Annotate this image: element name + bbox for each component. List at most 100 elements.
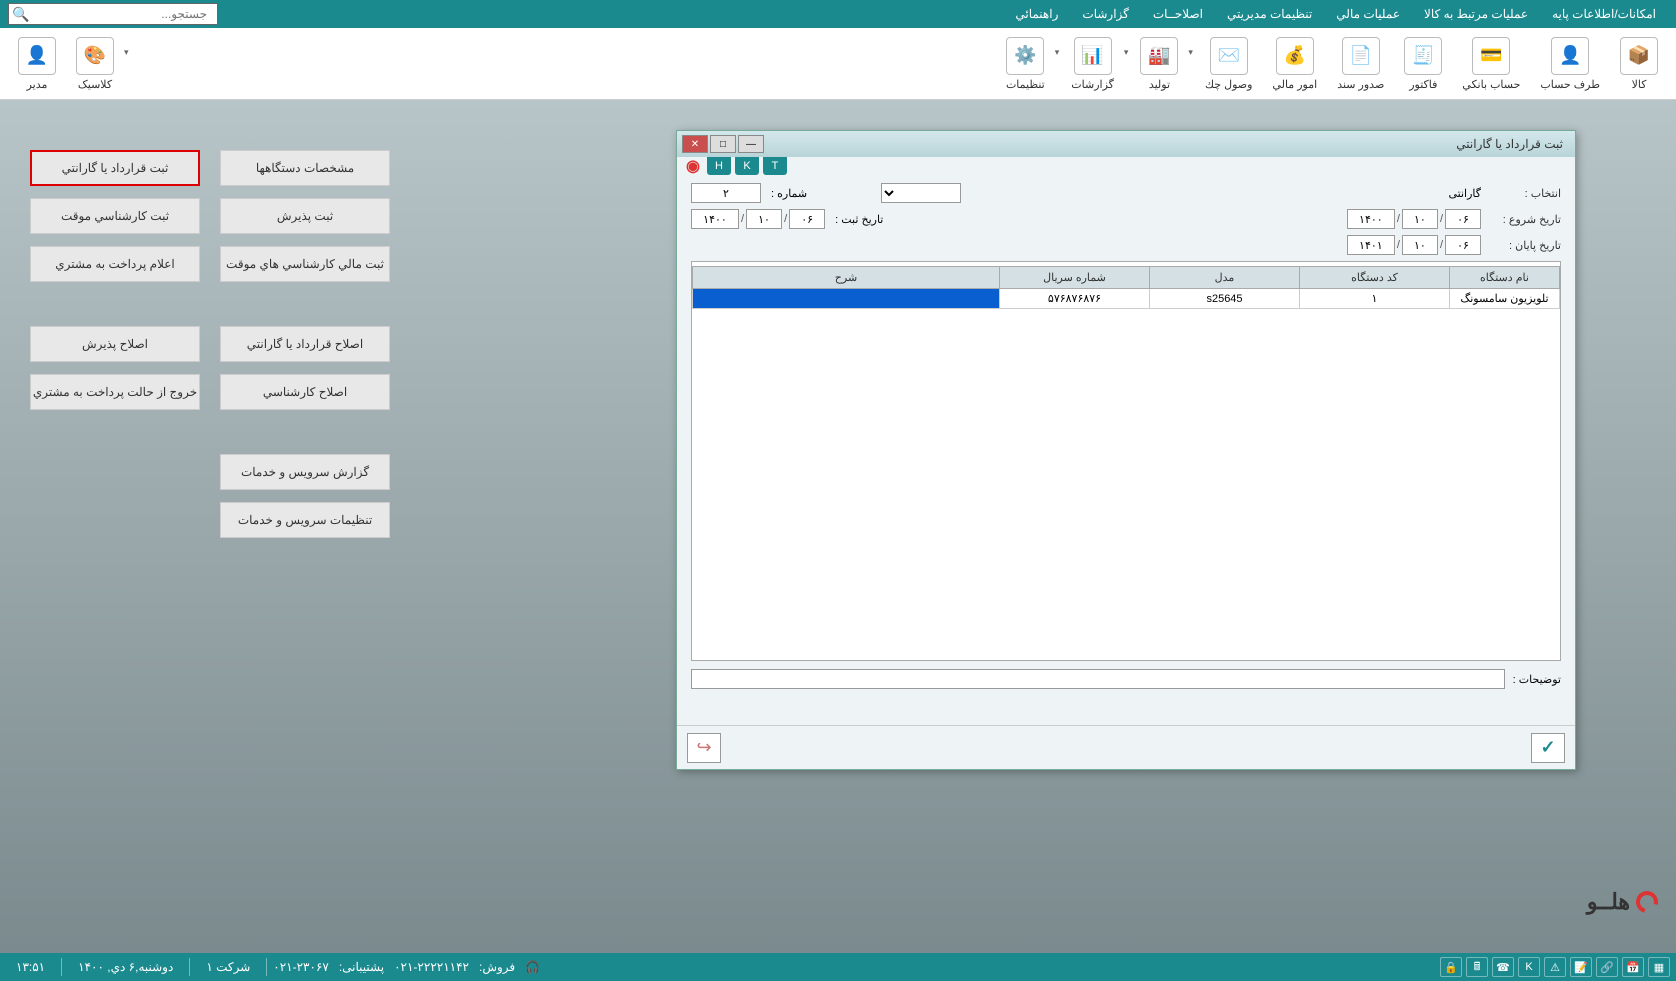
tab-h[interactable]: H (707, 157, 731, 175)
reg-day-input[interactable] (789, 209, 825, 229)
tab-k[interactable]: K (735, 157, 759, 175)
btn-device-specs[interactable]: مشخصات دستگاهها (220, 150, 390, 186)
search-icon[interactable]: 🔍 (9, 6, 33, 23)
chevron-down-icon: ▾ (124, 47, 129, 58)
btn-edit-reception[interactable]: اصلاح پذیرش (30, 326, 200, 362)
search-input[interactable] (33, 7, 213, 21)
table-scroll[interactable]: نام دستگاه کد دستگاه مدل شماره سریال شرح… (691, 261, 1561, 661)
status-grid-icon[interactable]: ▦ (1648, 957, 1670, 977)
label-selection: انتخاب : (1481, 187, 1561, 200)
start-month-input[interactable] (1402, 209, 1438, 229)
label-reg-date: تاریخ ثبت : (825, 213, 885, 226)
close-button[interactable]: ✕ (682, 135, 708, 153)
status-phone-icon[interactable]: ☎ (1492, 957, 1514, 977)
btn-notify-payment[interactable]: اعلام پرداخت به مشتري (30, 246, 200, 282)
end-year-input[interactable] (1347, 235, 1395, 255)
btn-edit-contract[interactable]: اصلاح قرارداد یا گارانتي (220, 326, 390, 362)
action-col-2: ثبت قرارداد یا گارانتي ثبت کارشناسي موقت… (30, 150, 200, 538)
cheque-icon: ✉️ (1210, 37, 1248, 75)
toolbar-goods[interactable]: 📦کالا (1610, 33, 1668, 95)
th-device-name[interactable]: نام دستگاه (1450, 267, 1560, 289)
status-k-icon[interactable]: K (1518, 957, 1540, 977)
action-panel: مشخصات دستگاهها ثبت پذیرش ثبت مالي کارشن… (30, 150, 390, 538)
exit-button[interactable]: ↪ (687, 733, 721, 763)
btn-register-contract[interactable]: ثبت قرارداد یا گارانتي (30, 150, 200, 186)
start-day-input[interactable] (1445, 209, 1481, 229)
label-description: توضیحات : (1513, 673, 1561, 686)
btn-register-reception[interactable]: ثبت پذیرش (220, 198, 390, 234)
tab-t[interactable]: T (763, 157, 787, 175)
search-box: 🔍 (8, 3, 218, 25)
headset-icon: 🎧 (525, 960, 540, 974)
cell-serial: ۵۷۶۸۷۶۸۷۶ (1000, 289, 1150, 309)
toolbar-account-party[interactable]: 👤طرف حساب (1530, 33, 1610, 95)
palette-icon: 🎨 (76, 37, 114, 75)
confirm-button[interactable]: ✓ (1531, 733, 1565, 763)
toolbar-production[interactable]: ▾🏭تولید (1130, 33, 1195, 95)
minimize-button[interactable]: — (738, 135, 764, 153)
toolbar-user[interactable]: 👤مدیر (8, 33, 66, 95)
selection-dropdown[interactable] (881, 183, 961, 203)
menu-financial-ops[interactable]: عملیات مالي (1324, 7, 1412, 21)
toolbar-settings[interactable]: ▾⚙️تنظیمات (996, 33, 1061, 95)
content-area: مشخصات دستگاهها ثبت پذیرش ثبت مالي کارشن… (0, 100, 1676, 953)
end-date-field: / / (1347, 235, 1481, 255)
status-alert-icon[interactable]: ⚠ (1544, 957, 1566, 977)
label-start-date: تاریخ شروع : (1481, 213, 1561, 226)
status-date: دوشنبه,۶ دي, ۱۴۰۰ (78, 960, 173, 974)
status-sales-label: فروش: (479, 960, 515, 974)
btn-service-report[interactable]: گزارش سرویس و خدمات (220, 454, 390, 490)
end-month-input[interactable] (1402, 235, 1438, 255)
label-number: شماره : (761, 187, 821, 200)
label-end-date: تاریخ پایان : (1481, 239, 1561, 252)
brand-logo-icon (1632, 887, 1662, 917)
start-year-input[interactable] (1347, 209, 1395, 229)
action-col-1: مشخصات دستگاهها ثبت پذیرش ثبت مالي کارشن… (220, 150, 390, 538)
menu-mgmt-settings[interactable]: تنظیمات مدیریتي (1215, 7, 1324, 21)
toolbar-reports[interactable]: ▾📊گزارشات (1061, 33, 1130, 95)
status-link-icon[interactable]: 🔗 (1596, 957, 1618, 977)
number-input[interactable] (691, 183, 761, 203)
status-calendar-icon[interactable]: 📅 (1622, 957, 1644, 977)
toolbar-cheque[interactable]: ✉️وصول چك (1195, 33, 1262, 95)
contract-dialog: ✕ □ — ثبت قرارداد یا گارانتي ◉ H K T انت… (676, 130, 1576, 770)
cell-desc[interactable] (693, 289, 1000, 309)
menu-reports[interactable]: گزارشات (1070, 7, 1140, 21)
btn-service-settings[interactable]: تنظیمات سرویس و خدمات (220, 502, 390, 538)
btn-exit-payment-mode[interactable]: خروج از حالت پرداخت به مشتري (30, 374, 200, 410)
toolbar-theme[interactable]: ▾🎨کلاسیک (66, 33, 131, 95)
menu-base-info[interactable]: امکانات/اطلاعات پایه (1540, 7, 1668, 21)
th-serial[interactable]: شماره سریال (1000, 267, 1150, 289)
status-lock-icon[interactable]: 🔒 (1440, 957, 1462, 977)
bank-icon: 💳 (1472, 37, 1510, 75)
menu-goods-ops[interactable]: عملیات مرتبط به کالا (1412, 7, 1540, 21)
toolbar-issue-doc[interactable]: 📄صدور سند (1327, 33, 1394, 95)
reg-date-field: / / (691, 209, 825, 229)
toolbar-bank-account[interactable]: 💳حساب بانکي (1452, 33, 1530, 95)
reg-year-input[interactable] (691, 209, 739, 229)
person-icon: 👤 (1551, 37, 1589, 75)
maximize-button[interactable]: □ (710, 135, 736, 153)
toolbar-finance[interactable]: 💰امور مالي (1262, 33, 1327, 95)
table-row[interactable]: تلویزیون سامسونگ ۱ s25645 ۵۷۶۸۷۶۸۷۶ (693, 289, 1560, 309)
th-device-code[interactable]: کد دستگاه (1300, 267, 1450, 289)
reg-month-input[interactable] (746, 209, 782, 229)
th-desc[interactable]: شرح (693, 267, 1000, 289)
app-logo-icon: ◉ (683, 157, 703, 175)
btn-edit-expert[interactable]: اصلاح کارشناسي (220, 374, 390, 410)
th-model[interactable]: مدل (1150, 267, 1300, 289)
end-day-input[interactable] (1445, 235, 1481, 255)
menu-help[interactable]: راهنمائي (1003, 7, 1070, 21)
toolbar-invoice[interactable]: 🧾فاکتور (1394, 33, 1452, 95)
dialog-footer: ↪ ✓ (677, 725, 1575, 769)
btn-temp-expert[interactable]: ثبت کارشناسي موقت (30, 198, 200, 234)
status-calc-icon[interactable]: 🖩 (1466, 957, 1488, 977)
btn-temp-expert-finance[interactable]: ثبت مالي کارشناسي هاي موقت (220, 246, 390, 282)
chevron-down-icon: ▾ (1055, 47, 1060, 58)
start-date-field: / / (1347, 209, 1481, 229)
description-input[interactable] (691, 669, 1505, 689)
menu-corrections[interactable]: اصلاحــات (1141, 7, 1215, 21)
dialog-titlebar: ✕ □ — ثبت قرارداد یا گارانتي (677, 131, 1575, 157)
status-note-icon[interactable]: 📝 (1570, 957, 1592, 977)
status-time: ۱۳:۵۱ (16, 960, 45, 974)
